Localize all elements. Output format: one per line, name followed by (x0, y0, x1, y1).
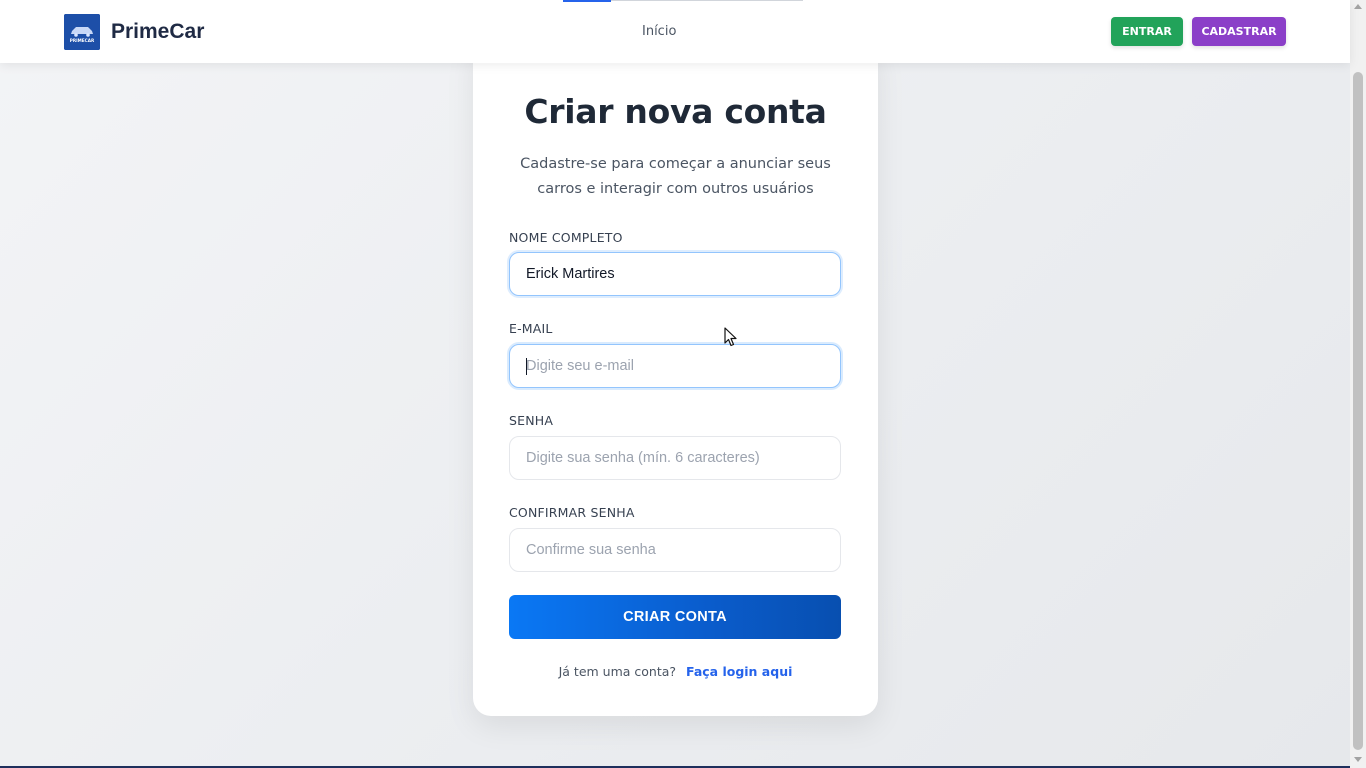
signup-button[interactable]: CADASTRAR (1192, 17, 1286, 46)
login-link[interactable]: Faça login aqui (686, 664, 792, 679)
logo-text: PRIMECAR (70, 38, 95, 43)
page-subtitle: Cadastre-se para começar a anunciar seus… (520, 156, 831, 197)
top-navbar: PRIMECAR PrimeCar Início ENTRAR CADASTRA… (0, 0, 1350, 63)
full-name-label: NOME COMPLETO (509, 230, 623, 245)
car-logo-icon[interactable]: PRIMECAR (64, 14, 100, 50)
scrollbar-thumb[interactable] (1353, 72, 1363, 750)
loading-indicator (563, 0, 611, 2)
page-title: Criar nova conta (524, 92, 827, 131)
mouse-cursor-icon (724, 327, 737, 347)
confirm-password-label: CONFIRMAR SENHA (509, 505, 635, 520)
scroll-up-icon[interactable] (1354, 4, 1362, 9)
text-caret (526, 358, 527, 375)
email-field[interactable] (509, 344, 841, 388)
login-prompt-row: Já tem uma conta? Faça login aqui (473, 664, 878, 679)
password-label: SENHA (509, 413, 554, 428)
password-field[interactable] (509, 436, 841, 480)
confirm-password-field[interactable] (509, 528, 841, 572)
signup-card: Criar nova conta Cadastre-se para começa… (473, 40, 878, 716)
email-label: E-MAIL (509, 321, 553, 336)
login-button[interactable]: ENTRAR (1111, 17, 1183, 46)
full-name-field[interactable] (509, 252, 841, 296)
create-account-button[interactable]: CRIAR CONTA (509, 595, 841, 639)
scroll-down-icon[interactable] (1354, 757, 1362, 762)
login-prompt-text: Já tem uma conta? (558, 664, 677, 679)
nav-link-inicio[interactable]: Início (642, 24, 676, 39)
brand-name[interactable]: PrimeCar (111, 20, 204, 44)
